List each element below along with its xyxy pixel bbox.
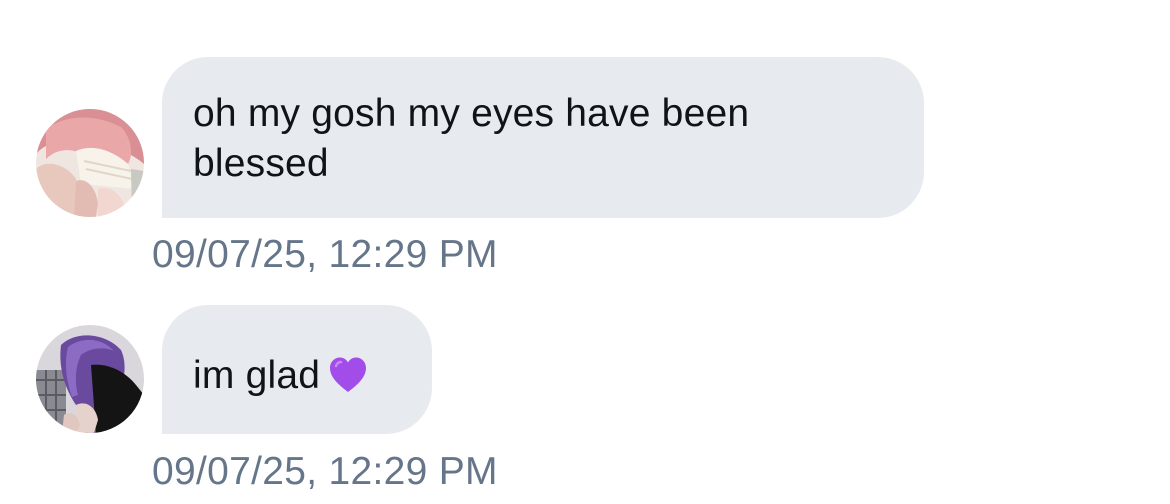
purple-heart-icon — [330, 357, 367, 392]
message-bubble[interactable]: oh my gosh my eyes have been blessed — [162, 57, 924, 218]
message-text: im glad — [193, 354, 321, 397]
message-text: oh my gosh my eyes have been blessed — [193, 92, 750, 185]
purple-hair-avatar-image — [36, 325, 144, 433]
message-timestamp: 09/07/25, 12:29 PM — [152, 233, 498, 276]
message-timestamp: 09/07/25, 12:29 PM — [152, 450, 498, 493]
message-bubble[interactable]: im glad — [162, 305, 432, 434]
avatar[interactable] — [36, 325, 144, 433]
pink-hair-avatar-image — [36, 109, 144, 217]
avatar[interactable] — [36, 109, 144, 217]
